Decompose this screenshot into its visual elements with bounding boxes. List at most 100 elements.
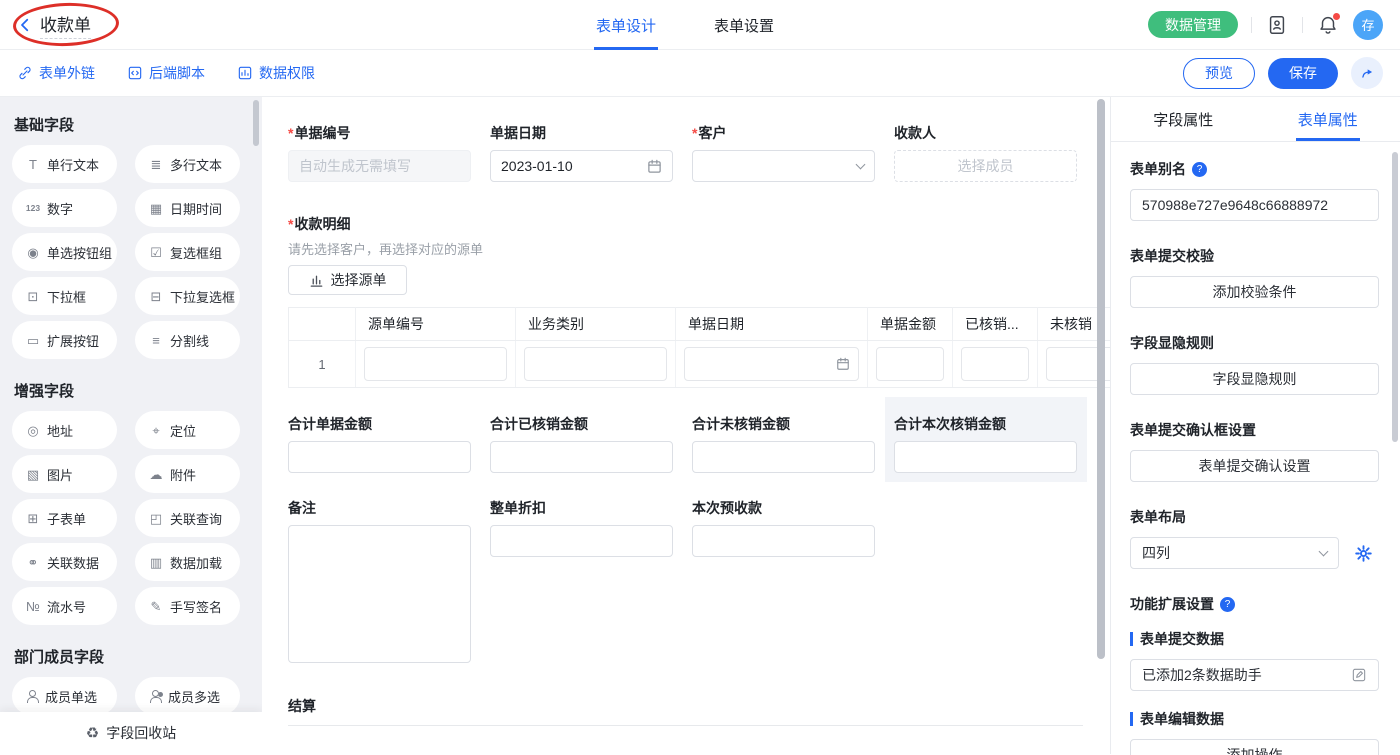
field-type-subform[interactable]: ⊞子表单 [12,499,117,537]
field-type-multi-line-text[interactable]: ≣多行文本 [135,145,240,183]
chevron-down-icon [1319,546,1329,556]
bill-date-input[interactable]: 2023-01-10 [490,150,673,182]
pen-icon: ✎ [148,600,164,613]
field-total-not-written-off[interactable]: 合计未核销金额 [692,417,875,473]
data-manage-button[interactable]: 数据管理 [1148,11,1238,38]
field-total-current-write-off-selected[interactable]: 合计本次核销金额 [894,417,1077,473]
field-remark[interactable]: 备注 [288,501,471,663]
field-bill-number[interactable]: 单据编号 自动生成无需填写 [288,126,471,182]
source-bill-no-input[interactable] [364,347,507,381]
row-index-cell: 1 [289,341,356,388]
field-type-divider[interactable]: ≡分割线 [135,321,240,359]
text-icon: T [25,158,41,171]
bar-chart-icon [309,273,324,288]
people-icon [148,690,162,703]
form-alias-input[interactable]: 570988e727e9648c66888972 [1130,189,1379,221]
total-bill-amount-input[interactable] [288,441,471,473]
field-type-image[interactable]: ▧图片 [12,455,117,493]
field-type-location[interactable]: ⌖定位 [135,411,240,449]
field-type-linked-data[interactable]: ⚭关联数据 [12,543,117,581]
field-type-member-single[interactable]: 成员单选 [12,677,117,715]
tab-form-properties[interactable]: 表单属性 [1256,97,1400,141]
total-current-write-off-input[interactable] [894,441,1077,473]
enhanced-fields-grid: ◎地址 ⌖定位 ▧图片 ☁附件 ⊞子表单 ◰关联查询 ⚭关联数据 ▥数据加载 №… [12,411,262,625]
save-button[interactable]: 保存 [1268,58,1338,89]
layout-gear-button[interactable] [1347,537,1379,569]
field-total-bill-amount[interactable]: 合计单据金额 [288,417,471,473]
layout-select[interactable]: 四列 [1130,537,1339,569]
serial-icon: № [25,600,41,613]
avatar[interactable]: 存 [1353,10,1383,40]
field-type-number[interactable]: 123数字 [12,189,117,227]
contact-book-icon[interactable] [1265,13,1289,37]
field-total-written-off[interactable]: 合计已核销金额 [490,417,673,473]
business-type-input[interactable] [524,347,667,381]
field-type-multi-select[interactable]: ⊟下拉复选框 [135,277,240,315]
bill-number-input[interactable]: 自动生成无需填写 [288,150,471,182]
field-type-address[interactable]: ◎地址 [12,411,117,449]
form-external-link-button[interactable]: 表单外链 [17,63,95,83]
field-bill-date[interactable]: 单据日期 2023-01-10 [490,126,673,182]
field-visibility-rules-button[interactable]: 字段显隐规则 [1130,363,1379,395]
field-library-sidebar: 基础字段 T单行文本 ≣多行文本 123数字 ▦日期时间 ◉单选按钮组 ☑复选框… [0,97,262,754]
bill-date-cell-input[interactable] [684,347,859,381]
payee-member-picker[interactable]: 选择成员 [894,150,1077,182]
field-type-datetime[interactable]: ▦日期时间 [135,189,240,227]
properties-panel: 字段属性 表单属性 表单别名 570988e727e9648c66888972 … [1110,97,1400,754]
field-type-data-load[interactable]: ▥数据加载 [135,543,240,581]
back-button[interactable] [16,16,34,34]
field-type-linked-query[interactable]: ◰关联查询 [135,499,240,537]
app-window: 收款单 表单设计 表单设置 数据管理 存 表单外链 后端脚 [0,0,1400,755]
field-advance-payment[interactable]: 本次预收款 [692,501,875,663]
submit-confirm-settings-button[interactable]: 表单提交确认设置 [1130,450,1379,482]
field-order-discount[interactable]: 整单折扣 [490,501,673,663]
field-type-serial-number[interactable]: №流水号 [12,587,117,625]
written-off-input[interactable] [961,347,1029,381]
section-title-basic-fields: 基础字段 [14,114,262,135]
preview-button[interactable]: 预览 [1183,58,1255,89]
field-type-checkbox-group[interactable]: ☑复选框组 [135,233,240,271]
field-type-single-line-text[interactable]: T单行文本 [12,145,117,183]
field-type-member-multi[interactable]: 成员多选 [135,677,240,715]
help-icon[interactable] [1192,162,1207,177]
field-payee[interactable]: 收款人 选择成员 [894,126,1077,182]
field-type-select[interactable]: ⊡下拉框 [12,277,117,315]
settle-section-label: 结算 [288,696,1110,716]
remark-textarea[interactable] [288,525,471,663]
field-type-radio-group[interactable]: ◉单选按钮组 [12,233,117,271]
submit-data-helper-box[interactable]: 已添加2条数据助手 [1130,659,1379,691]
field-type-signature[interactable]: ✎手写签名 [135,587,240,625]
col-bill-amount: 单据金额 [868,308,953,341]
canvas-scrollbar[interactable] [1097,99,1105,659]
share-button[interactable] [1351,57,1383,89]
notification-bell-icon[interactable] [1316,13,1340,37]
total-written-off-input[interactable] [490,441,673,473]
select-source-bill-button[interactable]: 选择源单 [288,265,407,295]
data-permission-button[interactable]: 数据权限 [237,63,315,83]
tab-form-design[interactable]: 表单设计 [596,0,656,50]
page-title[interactable]: 收款单 [40,11,91,39]
detail-table: 源单编号 业务类别 单据日期 单据金额 已核销... 未核销 1 [288,307,1110,388]
order-discount-input[interactable] [490,525,673,557]
add-validation-button[interactable]: 添加校验条件 [1130,276,1379,308]
field-type-attachment[interactable]: ☁附件 [135,455,240,493]
help-icon[interactable] [1220,597,1235,612]
backend-script-button[interactable]: 后端脚本 [127,63,205,83]
table-header-row: 源单编号 业务类别 单据日期 单据金额 已核销... 未核销 [289,308,1111,341]
add-operation-button[interactable]: 添加操作 [1130,739,1379,755]
tab-form-settings[interactable]: 表单设置 [714,0,774,50]
image-icon: ▧ [25,468,41,481]
total-not-written-off-input[interactable] [692,441,875,473]
advance-payment-input[interactable] [692,525,875,557]
field-type-extend-button[interactable]: ▭扩展按钮 [12,321,117,359]
bill-amount-input[interactable] [876,347,944,381]
panel-scrollbar[interactable] [1392,152,1398,442]
payment-detail-hint: 请先选择客户，再选择对应的源单 [288,239,1110,258]
customer-select[interactable] [692,150,875,182]
field-recycle-bin[interactable]: ♻ 字段回收站 [0,712,262,754]
field-customer[interactable]: 客户 [692,126,875,182]
sidebar-scrollbar[interactable] [253,100,259,146]
script-icon [127,65,143,81]
button-icon: ▭ [25,334,41,347]
tab-field-properties[interactable]: 字段属性 [1111,97,1256,141]
